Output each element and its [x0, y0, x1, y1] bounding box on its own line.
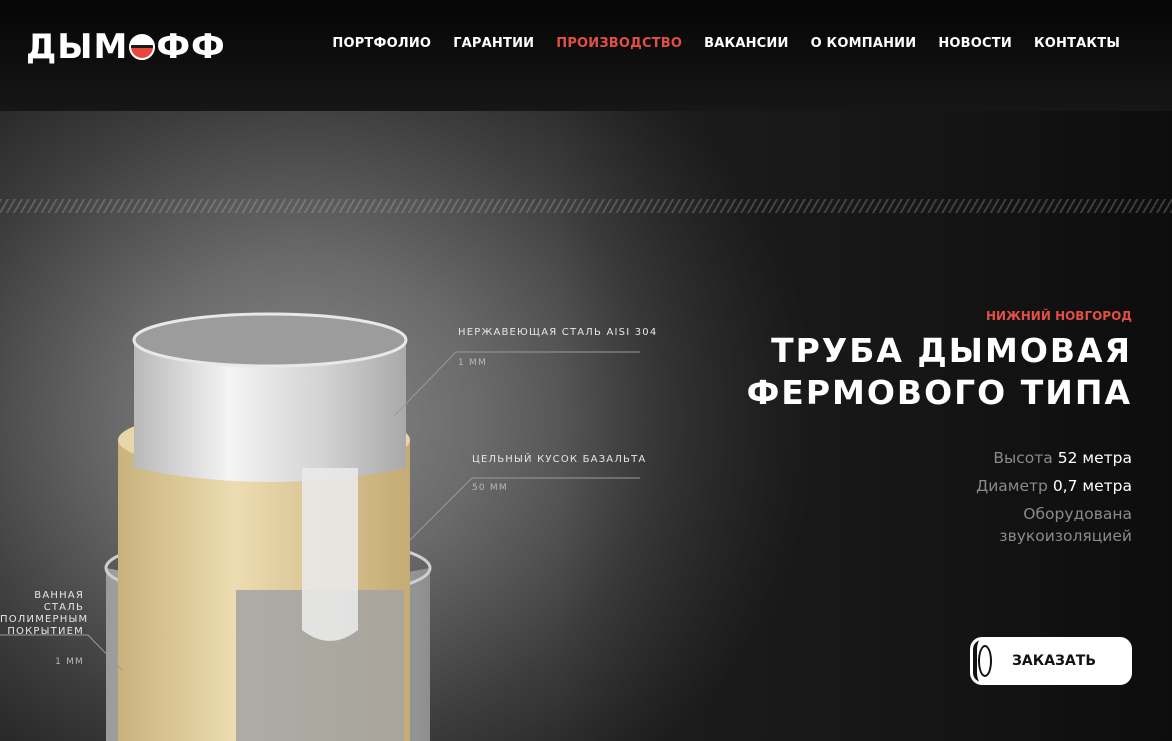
page-title: ТРУБА ДЫМОВАЯ ФЕРМОВОГО ТИПА	[712, 330, 1132, 414]
callout-outer-steel-line3: ПОКРЫТИЕМ	[7, 626, 84, 637]
nav-item-guarantees[interactable]: ГАРАНТИИ	[453, 36, 534, 51]
spec-diameter-label: Диаметр	[976, 477, 1048, 495]
nav-item-production[interactable]: ПРОИЗВОДСТВО	[556, 36, 682, 51]
callout-inner-steel: НЕРЖАВЕЮЩАЯ СТАЛЬ AISI 304 1 ММ	[458, 327, 657, 368]
nav-item-portfolio[interactable]: ПОРТФОЛИО	[332, 36, 431, 51]
spec-height-value: 52 метра	[1057, 449, 1132, 467]
logo-text-right: ФФ	[156, 27, 226, 67]
callout-basalt-thickness: 50 ММ	[472, 483, 508, 493]
main-nav: ПОРТФОЛИО ГАРАНТИИ ПРОИЗВОДСТВО ВАКАНСИИ…	[332, 36, 1120, 51]
project-city: НИЖНИЙ НОВГОРОД	[985, 309, 1132, 323]
nav-item-contacts[interactable]: КОНТАКТЫ	[1034, 36, 1120, 51]
spec-soundproofing-line1: Оборудована	[1023, 505, 1132, 523]
project-specs: Высота 52 метра Диаметр 0,7 метра Оборуд…	[832, 447, 1132, 547]
logo-ring-icon	[129, 34, 156, 60]
spec-soundproofing: Оборудована звукоизоляцией	[832, 503, 1132, 547]
nav-item-vacancies[interactable]: ВАКАНСИИ	[704, 36, 788, 51]
spec-height-label: Высота	[993, 449, 1053, 467]
callout-outer-steel-thickness: 1 ММ	[55, 657, 84, 667]
decorative-hatch-stripe	[0, 199, 1172, 213]
callout-outer-steel-line1: ВАННАЯ СТАЛЬ	[34, 590, 84, 613]
callout-inner-steel-thickness: 1 ММ	[458, 358, 487, 368]
site-header: ДЫМ ФФ ПОРТФОЛИО ГАРАНТИИ ПРОИЗВОДСТВО В…	[0, 0, 1172, 111]
nav-item-news[interactable]: НОВОСТИ	[938, 36, 1012, 51]
spec-height: Высота 52 метра	[832, 447, 1132, 469]
callout-inner-steel-title: НЕРЖАВЕЮЩАЯ СТАЛЬ AISI 304	[458, 327, 658, 338]
order-button-label: ЗАКАЗАТЬ	[1011, 653, 1097, 669]
spec-diameter: Диаметр 0,7 метра	[832, 475, 1132, 497]
callout-outer-steel-line2: ПОЛИМЕРНЫМ	[0, 614, 89, 625]
nav-item-about[interactable]: О КОМПАНИИ	[811, 36, 917, 51]
logo-text-left: ДЫМ	[26, 27, 129, 67]
spec-diameter-value: 0,7 метра	[1052, 477, 1132, 495]
callout-basalt-title: ЦЕЛЬНЫЙ КУСОК БАЗАЛЬТА	[472, 454, 647, 465]
page-title-line2: ФЕРМОВОГО ТИПА	[746, 373, 1132, 412]
pipe-end-icon	[978, 645, 992, 677]
order-button[interactable]: ЗАКАЗАТЬ	[970, 637, 1132, 685]
callout-outer-steel: ВАННАЯ СТАЛЬ ПОЛИМЕРНЫМ ПОКРЫТИЕМ 1 ММ	[0, 590, 89, 668]
page-title-line1: ТРУБА ДЫМОВАЯ	[771, 331, 1132, 370]
callout-basalt: ЦЕЛЬНЫЙ КУСОК БАЗАЛЬТА 50 ММ	[472, 454, 646, 493]
spec-soundproofing-line2: звукоизоляцией	[999, 527, 1132, 545]
logo[interactable]: ДЫМ ФФ	[26, 27, 226, 67]
